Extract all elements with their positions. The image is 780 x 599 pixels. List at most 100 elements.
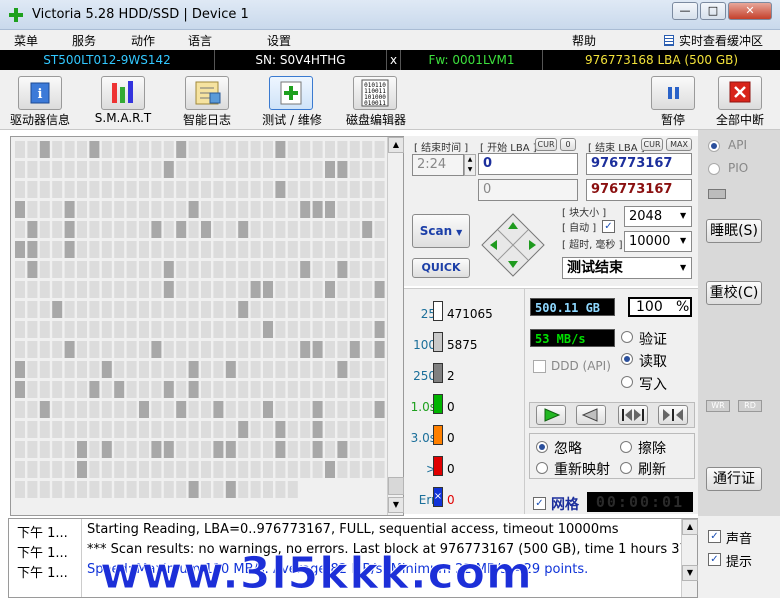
start-lba-cur-button[interactable]: CUR <box>535 138 557 151</box>
refresh-radio[interactable] <box>620 462 632 474</box>
scan-block <box>263 461 273 478</box>
scroll-down-icon[interactable]: ▼ <box>388 497 404 513</box>
ignore-radio[interactable] <box>536 441 548 453</box>
jump-to-end-button[interactable] <box>658 405 688 425</box>
scan-block <box>151 161 162 178</box>
scan-block <box>349 361 360 378</box>
menu-language[interactable]: 语言 <box>188 32 212 49</box>
svg-text:i: i <box>38 87 43 102</box>
read-radio[interactable] <box>621 353 633 365</box>
scan-block <box>312 261 323 278</box>
erase-radio[interactable] <box>620 441 632 453</box>
pio-radio[interactable] <box>708 163 720 175</box>
end-lba-max-button[interactable]: MAX <box>666 138 692 151</box>
minimize-button[interactable]: — <box>672 2 698 20</box>
passport-button[interactable]: 通行证 <box>706 467 762 491</box>
close-button[interactable]: ✕ <box>728 2 772 20</box>
write-radio[interactable] <box>621 376 633 388</box>
scan-block <box>163 141 174 158</box>
start-lba-field[interactable]: 0 <box>478 153 578 175</box>
scan-button[interactable]: Scan ▼ <box>412 214 470 248</box>
scan-block <box>77 181 87 198</box>
scan-block <box>238 221 249 238</box>
end-lba-cur-button[interactable]: CUR <box>641 138 663 151</box>
scan-block <box>77 241 87 258</box>
menu-action[interactable]: 动作 <box>131 32 155 49</box>
menu-service[interactable]: 服务 <box>72 32 96 49</box>
scan-block <box>362 181 373 198</box>
scan-block <box>201 161 211 178</box>
scan-block <box>39 381 50 398</box>
scan-block <box>52 361 63 378</box>
smart-log-button[interactable] <box>185 76 229 110</box>
menu-help[interactable]: 帮助 <box>572 32 596 49</box>
grid-scrollbar[interactable]: ▲ ▼ <box>387 137 404 515</box>
scan-block <box>64 441 75 458</box>
scan-block <box>64 381 75 398</box>
recalibrate-button[interactable]: 重校(C) <box>706 281 762 305</box>
end-time-field[interactable]: 2:24 <box>412 154 464 176</box>
scan-block <box>238 381 249 398</box>
scan-block <box>213 241 224 258</box>
skip-to-end-button[interactable] <box>618 405 648 425</box>
sleep-button[interactable]: 睡眠(S) <box>706 219 762 243</box>
end-lba-field[interactable]: 976773167 <box>586 153 692 175</box>
drive-close-x[interactable]: x <box>387 50 401 70</box>
play-backward-button[interactable] <box>576 405 606 425</box>
log-scrollbar[interactable]: ▲ ▼ <box>681 519 698 597</box>
jump-icon <box>663 409 683 421</box>
start-lba-zero-button[interactable]: 0 <box>560 138 576 151</box>
api-radio[interactable] <box>708 140 720 152</box>
counter-value: 0 <box>447 431 455 445</box>
quick-button[interactable]: QUICK <box>412 258 470 278</box>
stop-all-button[interactable] <box>718 76 762 110</box>
driver-info-button[interactable]: i <box>18 76 62 110</box>
direction-pad[interactable] <box>480 212 546 278</box>
log-row[interactable]: 下午 1... Starting Reading, LBA=0..97677316… <box>9 522 681 542</box>
ddd-api-checkbox[interactable] <box>533 360 546 373</box>
verify-radio[interactable] <box>621 331 633 343</box>
scan-block <box>101 161 112 178</box>
scan-block <box>337 401 348 418</box>
hint-checkbox[interactable]: ✓ <box>708 553 721 566</box>
pause-button[interactable] <box>651 76 695 110</box>
menu-settings[interactable]: 设置 <box>267 32 291 49</box>
maximize-button[interactable]: □ <box>700 2 726 20</box>
drive-model[interactable]: ST500LT012-9WS142 <box>0 50 215 70</box>
end-time-spinner[interactable]: ▲ ▼ <box>464 154 476 176</box>
dropdown-icon: ▼ <box>456 228 463 237</box>
remap-radio[interactable] <box>536 462 548 474</box>
sound-checkbox[interactable]: ✓ <box>708 530 721 543</box>
status-select[interactable]: 测试结束 <box>562 257 692 279</box>
ddd-api-label: DDD (API) <box>551 359 611 373</box>
scan-block <box>27 461 38 478</box>
scan-block <box>39 201 50 218</box>
realtime-cache-button[interactable]: 实时查看缓冲区 <box>679 32 763 49</box>
menu-menu[interactable]: 菜单 <box>14 32 38 49</box>
smart-button[interactable] <box>101 76 145 110</box>
scroll-up-icon[interactable]: ▲ <box>388 137 404 153</box>
scan-block <box>300 381 311 398</box>
scan-block <box>238 361 249 378</box>
scan-block <box>287 441 298 458</box>
scan-block <box>163 421 174 438</box>
scroll-thumb[interactable] <box>388 477 404 495</box>
test-repair-button[interactable] <box>269 76 313 110</box>
disk-editor-button[interactable]: 010110 110011 101000 010011 <box>353 76 397 110</box>
scan-block <box>349 281 360 298</box>
scan-block <box>27 181 38 198</box>
log-scroll-down-icon[interactable]: ▼ <box>682 565 698 581</box>
log-time: 下午 1... <box>17 526 68 541</box>
scan-block <box>250 141 261 158</box>
scan-block <box>287 201 298 218</box>
scan-block <box>263 141 273 158</box>
auto-checkbox[interactable]: ✓ <box>602 220 615 233</box>
scan-block <box>362 141 373 158</box>
scan-block <box>188 321 199 338</box>
scan-block <box>101 141 112 158</box>
scan-block <box>201 181 211 198</box>
timeout-label: [ 超时, 毫秒 ] <box>562 240 623 251</box>
log-scroll-up-icon[interactable]: ▲ <box>682 519 698 535</box>
play-forward-button[interactable] <box>536 405 566 425</box>
grid-checkbox[interactable]: ✓ <box>533 497 546 510</box>
